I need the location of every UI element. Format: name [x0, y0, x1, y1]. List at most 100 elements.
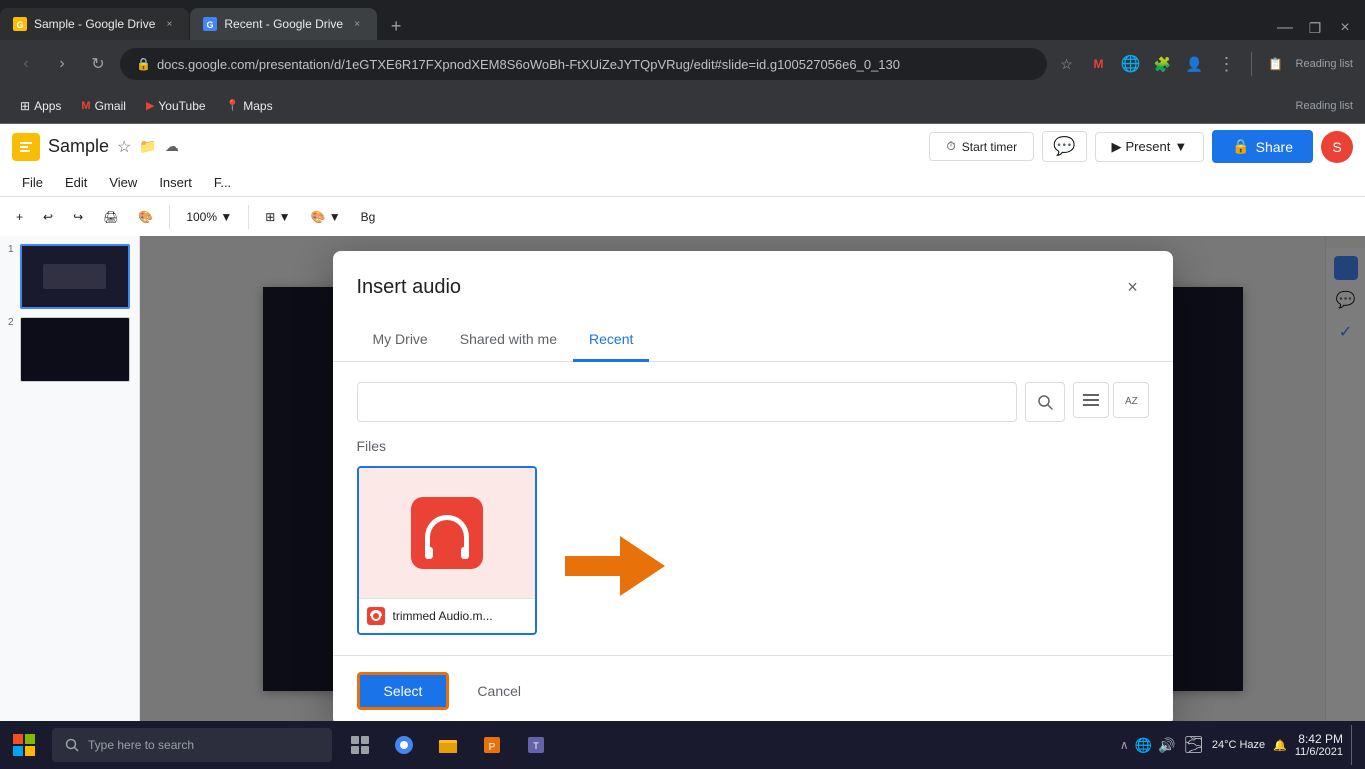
toolbar-undo[interactable]: ↩	[35, 206, 61, 228]
tab-my-drive[interactable]: My Drive	[357, 319, 444, 362]
svg-text:G: G	[16, 20, 23, 30]
menu-view[interactable]: View	[99, 171, 147, 194]
teams-icon[interactable]: T	[516, 725, 556, 765]
gmail-icon[interactable]: M	[1087, 52, 1111, 76]
slide-item-2[interactable]: 2	[8, 317, 131, 382]
svg-text:T: T	[533, 741, 539, 751]
sort-button[interactable]: AZ	[1113, 382, 1149, 418]
taskbar-clock[interactable]: 8:42 PM 11/6/2021	[1295, 732, 1343, 758]
cancel-button[interactable]: Cancel	[461, 675, 537, 707]
start-timer-button[interactable]: ⏱ Start timer	[929, 132, 1034, 161]
bookmark-gmail[interactable]: M Gmail	[73, 95, 134, 117]
taskbar-search-box[interactable]: Type here to search	[52, 728, 332, 762]
toolbar-separator-1	[169, 205, 170, 229]
slides-title: Sample	[48, 136, 109, 157]
cloud-icon[interactable]: ☁	[165, 138, 179, 155]
file-card-audio[interactable]: trimmed Audio.m...	[357, 466, 537, 635]
menu-insert[interactable]: Insert	[149, 171, 202, 194]
time-display: 8:42 PM	[1298, 732, 1343, 746]
dialog-body: AZ Files	[333, 362, 1173, 655]
user-avatar[interactable]: 👤	[1183, 52, 1207, 76]
weather-icon: 🌫	[1184, 735, 1204, 755]
forward-button[interactable]: ›	[48, 50, 76, 78]
tab-close-sample[interactable]: ×	[161, 16, 177, 32]
toolbar-paint-format[interactable]: 🎨	[130, 206, 161, 228]
toolbar-separator-2	[248, 205, 249, 229]
paint-icon[interactable]: P	[472, 725, 512, 765]
tab-close-recent[interactable]: ×	[349, 16, 365, 32]
search-button[interactable]	[1025, 382, 1065, 422]
start-button[interactable]	[0, 721, 48, 769]
bookmark-apps[interactable]: ⊞ Apps	[12, 95, 69, 117]
dialog-footer: Select Cancel	[333, 655, 1173, 726]
search-icon	[64, 737, 80, 753]
taskbar-icons: P T	[340, 725, 556, 765]
task-view-button[interactable]	[340, 725, 380, 765]
slides-panel: 1 2 1 2	[0, 236, 1365, 741]
search-input[interactable]	[357, 382, 1017, 422]
user-avatar-slides[interactable]: S	[1321, 131, 1353, 163]
dialog-close-button[interactable]: ×	[1117, 271, 1149, 303]
speaker-icon[interactable]: 🔊	[1158, 737, 1175, 754]
weather-text: 24°C Haze	[1212, 739, 1265, 751]
toolbar-add[interactable]: +	[8, 206, 31, 228]
audio-file-icon	[411, 497, 483, 569]
network-icon[interactable]: 🌐	[1135, 737, 1152, 754]
show-desktop-button[interactable]	[1351, 725, 1357, 765]
dialog-overlay: Insert audio × My Drive Shared with me R…	[140, 236, 1365, 741]
files-label: Files	[357, 438, 1149, 454]
star-icon[interactable]: ☆	[117, 137, 131, 157]
toolbar-layout[interactable]: ⊞ ▼	[257, 206, 298, 228]
tray-up-arrow[interactable]: ∧	[1120, 738, 1129, 752]
reading-list-icon[interactable]: 📋	[1264, 52, 1288, 76]
tab-recent[interactable]: G Recent - Google Drive ×	[190, 8, 377, 40]
tab-recent[interactable]: Recent	[573, 319, 649, 362]
menu-format[interactable]: F...	[204, 171, 241, 194]
files-grid: trimmed Audio.m...	[357, 466, 1149, 635]
main-content: Sample ☆ 📁 ☁ ⏱ Start timer 💬 ▶ Present ▼	[0, 124, 1365, 769]
notifications-icon[interactable]: 🔔	[1273, 739, 1287, 752]
toolbar-theme[interactable]: 🎨 ▼	[303, 206, 349, 228]
select-button[interactable]: Select	[357, 672, 450, 710]
file-explorer-icon[interactable]	[428, 725, 468, 765]
back-button[interactable]: ‹	[12, 50, 40, 78]
bookmark-youtube[interactable]: ▶ YouTube	[138, 95, 214, 117]
menu-edit[interactable]: Edit	[55, 171, 97, 194]
dialog-title: Insert audio	[357, 276, 462, 299]
tab-shared-with-me[interactable]: Shared with me	[444, 319, 573, 362]
slides-title-row: Sample ☆ 📁 ☁	[48, 136, 921, 157]
toolbar-zoom[interactable]: 100% ▼	[178, 206, 240, 228]
chrome-taskbar-icon[interactable]	[384, 725, 424, 765]
toolbar-print[interactable]: 🖨	[95, 206, 126, 228]
slideshow-settings-button[interactable]: ▶ Present ▼	[1095, 132, 1205, 162]
extensions-icon[interactable]: 🧩	[1151, 52, 1175, 76]
tab-bar: G Sample - Google Drive × G Recent - Goo…	[0, 0, 1365, 40]
list-view-button[interactable]	[1073, 382, 1109, 418]
slides-logo	[12, 133, 40, 161]
slide-item-1[interactable]: 1	[8, 244, 131, 309]
bookmark-maps[interactable]: 📍 Maps	[218, 95, 281, 117]
bookmark-star-icon[interactable]: ☆	[1055, 52, 1079, 76]
share-button[interactable]: 🔒 Share	[1212, 130, 1313, 163]
menu-button[interactable]: ⋮	[1215, 52, 1239, 76]
url-box[interactable]: 🔒 docs.google.com/presentation/d/1eGTXE6…	[120, 48, 1047, 80]
tab-sample[interactable]: G Sample - Google Drive ×	[0, 8, 189, 40]
bookmark-youtube-label: YouTube	[158, 99, 205, 113]
close-button[interactable]: ×	[1333, 16, 1357, 40]
gmail-favicon: M	[81, 100, 90, 112]
maximize-button[interactable]: ❐	[1303, 16, 1327, 40]
slide-list: 1 2	[0, 236, 140, 741]
url-text: docs.google.com/presentation/d/1eGTXE6R1…	[157, 57, 1031, 72]
comment-button[interactable]: 💬	[1042, 131, 1086, 162]
google-account-icon[interactable]: 🌐	[1119, 52, 1143, 76]
minimize-button[interactable]: —	[1273, 16, 1297, 40]
toolbar-redo[interactable]: ↪	[65, 206, 91, 228]
menu-file[interactable]: File	[12, 171, 53, 194]
reload-button[interactable]: ↻	[84, 50, 112, 78]
new-tab-button[interactable]: +	[382, 12, 410, 40]
bookmark-gmail-label: Gmail	[95, 99, 126, 113]
tab-favicon-sample: G	[12, 16, 28, 32]
svg-text:G: G	[207, 20, 214, 30]
toolbar-bg[interactable]: Bg	[353, 206, 384, 228]
move-icon[interactable]: 📁	[139, 138, 156, 155]
